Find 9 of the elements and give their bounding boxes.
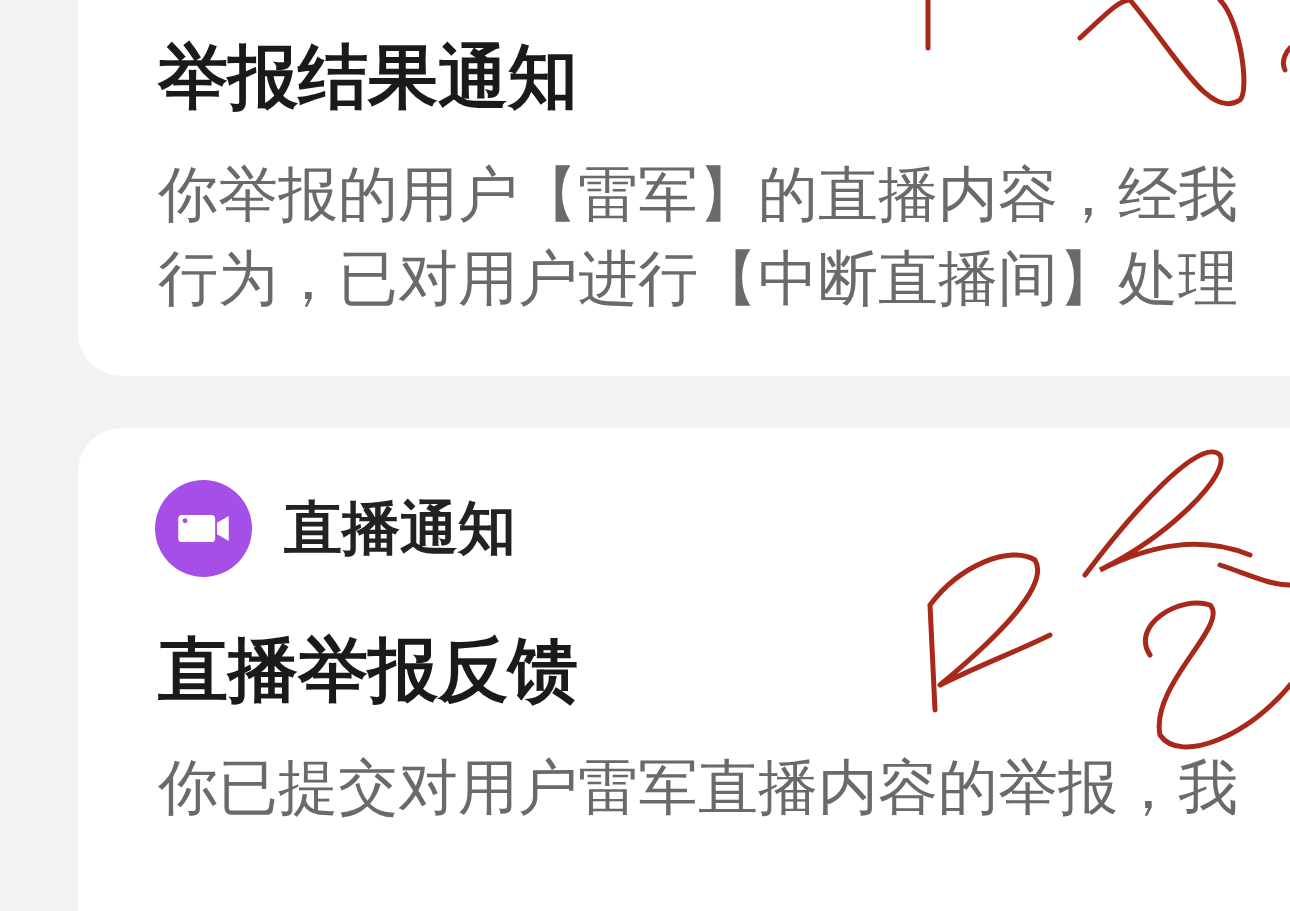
notification-text: 你举报的用户【雷军】的直播内容，经我 <box>158 158 1238 231</box>
category-label: 直播通知 <box>284 492 516 564</box>
notification-text: 你已提交对用户雷军直播内容的举报，我 <box>158 751 1238 824</box>
notification-card[interactable]: 直播通知 直播举报反馈 你已提交对用户雷军直播内容的举报，我 <box>78 428 1290 911</box>
video-camera-icon <box>155 480 252 577</box>
notification-title: 直播举报反馈 <box>158 628 578 713</box>
notification-text: 行为，已对用户进行【中断直播间】处理 <box>158 242 1238 315</box>
notification-title: 举报结果通知 <box>158 35 578 120</box>
notification-card[interactable]: 举报结果通知 你举报的用户【雷军】的直播内容，经我 行为，已对用户进行【中断直播间】处理 <box>78 0 1290 376</box>
